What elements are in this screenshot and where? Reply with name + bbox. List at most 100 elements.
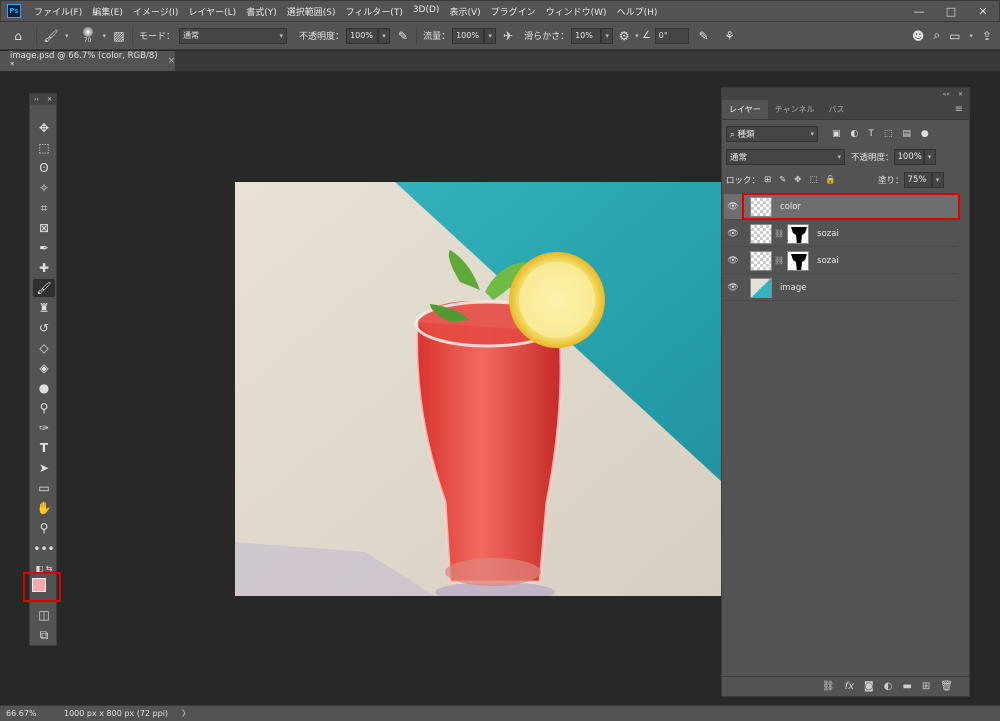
more-tools-icon[interactable]: ••• [33,540,55,558]
layer-mask-thumbnail[interactable] [787,250,810,271]
tab-paths[interactable]: パス [822,100,852,119]
link-icon[interactable]: ⛓ [774,229,784,238]
collapse-icon[interactable]: «« [943,91,950,98]
trash-icon[interactable]: 🗑 [940,681,953,692]
crop-tool-icon[interactable]: ⌗ [33,199,55,217]
link-layers-icon[interactable]: ⛓ [822,681,835,692]
paint-bucket-tool-icon[interactable]: ◈ [33,359,55,377]
brush-tool-preset-icon[interactable]: 🖌 [37,29,65,43]
smart-object-filter-icon[interactable]: ▤ [902,129,911,139]
healing-brush-tool-icon[interactable]: ✚ [33,259,55,277]
zoom-level[interactable]: 66.67% [6,709,56,718]
status-arrow-icon[interactable]: 〉 [182,708,190,719]
brush-tool-icon[interactable]: 🖌 [33,279,55,297]
hand-tool-icon[interactable]: ✋ [33,499,55,517]
menu-type[interactable]: 書式(Y) [241,5,282,18]
lock-position-icon[interactable]: ✥ [794,175,801,185]
path-selection-tool-icon[interactable]: ➤ [33,459,55,477]
tab-layers[interactable]: レイヤー [722,100,768,119]
pressure-opacity-icon[interactable]: ✎ [390,29,416,43]
workspace-icon[interactable]: ▭ [949,29,960,43]
move-tool-icon[interactable]: ✥ [33,119,55,137]
link-icon[interactable]: ⛓ [774,256,784,265]
flow-dropdown[interactable]: ▾ [484,27,497,44]
pixel-filter-icon[interactable]: ▣ [832,129,841,139]
layer-row-image[interactable]: 👁 image [724,275,958,301]
screen-mode-icon[interactable]: ⧉ [33,626,55,644]
adjustment-filter-icon[interactable]: ◐ [851,129,859,139]
eye-icon[interactable]: 👁 [724,256,742,266]
eye-icon[interactable]: 👁 [724,283,742,293]
symmetry-butterfly-icon[interactable]: ⚘ [719,29,741,43]
menu-help[interactable]: ヘルプ(H) [612,5,663,18]
search-icon[interactable]: ⌕ [933,28,940,43]
lock-artboard-icon[interactable]: ⬚ [809,175,817,185]
layer-opacity-input[interactable]: 100% [893,149,924,165]
layer-row-sozai[interactable]: 👁 ⛓ sozai [724,248,958,274]
adjustment-layer-icon[interactable]: ◐ [884,681,893,692]
marquee-tool-icon[interactable]: ⬚ [33,139,55,157]
airbrush-icon[interactable]: ✈ [496,29,520,43]
frame-tool-icon[interactable]: ⊠ [33,219,55,237]
brush-preset-picker[interactable]: 70 [73,27,103,44]
eraser-tool-icon[interactable]: ◇ [33,339,55,357]
menu-window[interactable]: ウィンドウ(W) [541,5,612,18]
stamp-tool-icon[interactable]: ♜ [33,299,55,317]
lasso-tool-icon[interactable]: ʘ [33,159,55,177]
eyedropper-tool-icon[interactable]: ✒ [33,239,55,257]
dodge-tool-icon[interactable]: ⚲ [33,399,55,417]
menu-filter[interactable]: フィルター(T) [340,5,407,18]
pen-tool-icon[interactable]: ✑ [33,419,55,437]
foreground-color-swatch[interactable] [32,578,46,592]
type-tool-icon[interactable]: T [33,439,55,457]
smoothing-dropdown[interactable]: ▾ [601,27,614,44]
lock-image-icon[interactable]: ✎ [779,175,786,185]
smoothing-input[interactable]: 10% [571,27,602,44]
maximize-button[interactable]: □ [935,1,967,21]
document-tab[interactable]: image.psd @ 66.7% (color, RGB/8) * × [0,51,175,71]
blur-tool-icon[interactable]: ● [33,379,55,397]
close-icon[interactable]: ✕ [47,96,52,103]
new-group-icon[interactable]: ▬ [902,681,911,692]
menu-image[interactable]: イメージ(I) [128,5,184,18]
add-mask-icon[interactable]: ◙ [864,681,874,692]
lock-all-icon[interactable]: 🔒 [825,175,836,185]
chevron-down-icon[interactable]: ▾ [65,32,69,40]
menu-3d[interactable]: 3D(D) [408,5,445,18]
smoothing-options-gear-icon[interactable]: ⚙ [613,29,635,43]
blend-mode-select[interactable]: 通常 ▾ [726,149,845,165]
lock-transparent-icon[interactable]: ⊞ [764,175,771,185]
layer-style-icon[interactable]: fx [845,681,854,692]
eye-icon[interactable]: 👁 [724,229,742,239]
angle-input[interactable]: 0° [654,27,689,44]
tab-channels[interactable]: チャンネル [768,100,822,119]
minimize-button[interactable]: — [903,1,935,21]
brush-settings-icon[interactable]: ▨ [106,29,132,43]
menu-view[interactable]: 表示(V) [444,5,485,18]
history-brush-tool-icon[interactable]: ↺ [33,319,55,337]
pressure-size-icon[interactable]: ✎ [689,29,719,43]
fill-dropdown[interactable]: ▾ [931,172,944,188]
menu-plugins[interactable]: プラグイン [486,5,541,18]
filter-toggle-icon[interactable]: ● [921,129,929,139]
user-icon[interactable]: ☻ [912,29,925,43]
magic-wand-tool-icon[interactable]: ✧ [33,179,55,197]
close-icon[interactable]: ✕ [958,91,963,98]
home-icon[interactable]: ⌂ [0,29,36,43]
panel-menu-icon[interactable]: ≡ [955,100,969,119]
filter-kind-select[interactable]: ⌕ 種類 ▾ [726,126,818,142]
menu-edit[interactable]: 編集(E) [87,5,128,18]
new-layer-icon[interactable]: ⊞ [922,681,930,692]
expand-icon[interactable]: ›› [34,96,39,103]
menu-layer[interactable]: レイヤー(L) [183,5,241,18]
share-icon[interactable]: ⇪ [982,29,992,43]
toolbox-header[interactable]: ›› ✕ [30,94,56,105]
close-button[interactable]: ✕ [967,1,999,21]
menu-select[interactable]: 選択範囲(S) [282,5,341,18]
shape-filter-icon[interactable]: ⬚ [884,129,893,139]
chevron-down-icon[interactable]: ▾ [969,32,973,40]
opacity-input[interactable]: 100% [346,27,379,44]
layer-opacity-dropdown[interactable]: ▾ [923,149,936,165]
flow-input[interactable]: 100% [452,27,485,44]
type-filter-icon[interactable]: T [868,129,874,139]
